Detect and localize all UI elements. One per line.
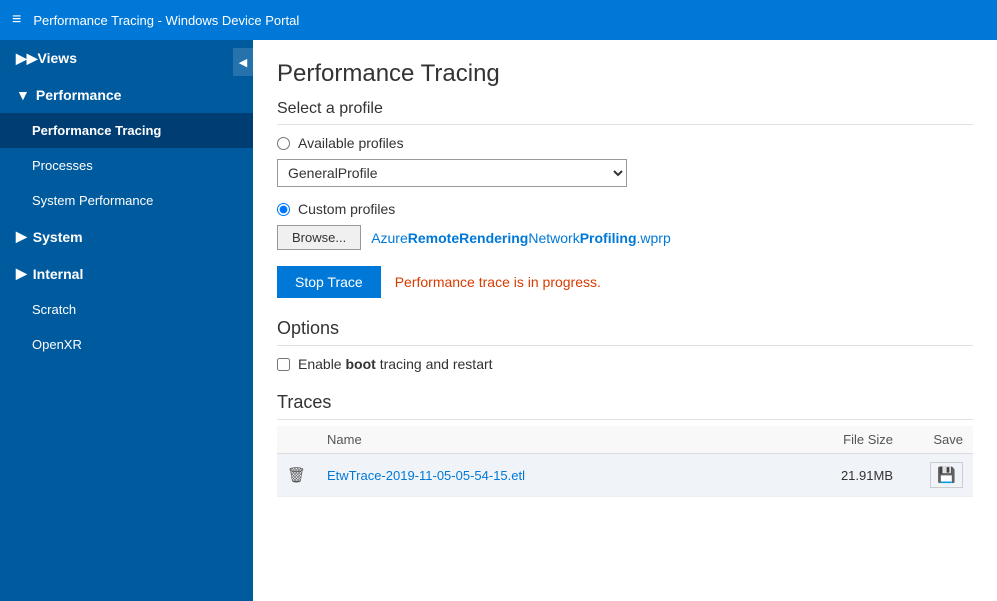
sidebar-item-internal[interactable]: ▶ Internal [0,255,253,292]
delete-icon[interactable]: 🗑 [287,467,306,484]
menu-icon[interactable]: ≡ [12,11,21,29]
main-layout: ◀ ▶ ▶Views ▼ Performance Performance Tra… [0,40,997,601]
stop-trace-row: Stop Trace Performance trace is in progr… [277,266,973,298]
sidebar: ◀ ▶ ▶Views ▼ Performance Performance Tra… [0,40,253,601]
sidebar-item-openxr[interactable]: OpenXR [0,327,253,362]
sidebar-item-processes[interactable]: Processes [0,148,253,183]
boot-tracing-row: Enable boot tracing and restart [277,356,973,372]
sidebar-item-system-performance[interactable]: System Performance [0,183,253,218]
col-header-name: Name [317,426,803,454]
custom-profiles-row: Custom profiles [277,201,973,217]
traces-table-header-row: Name File Size Save [277,426,973,454]
browse-button[interactable]: Browse... [277,225,361,250]
boot-tracing-label[interactable]: Enable boot tracing and restart [298,356,493,372]
trace-filename[interactable]: EtwTrace-2019-11-05-05-54-15.etl [327,468,525,483]
delete-cell: 🗑 [277,454,317,497]
sidebar-collapse-button[interactable]: ◀ [233,48,253,76]
options-title: Options [277,318,973,346]
titlebar-title: Performance Tracing - Windows Device Por… [33,13,299,28]
boot-highlight: boot [345,356,375,372]
content-area: Performance Tracing Select a profile Ava… [253,40,997,601]
filesize-cell: 21.91MB [803,454,903,497]
traces-table: Name File Size Save 🗑 EtwTrace-2019-11-0… [277,426,973,497]
stop-trace-button[interactable]: Stop Trace [277,266,381,298]
sidebar-item-performance[interactable]: ▼ Performance [0,77,253,113]
browse-row: Browse... AzureRemoteRenderingNetworkPro… [277,225,973,250]
profile-select-row: GeneralProfile DiagnosticProfile Network… [277,159,973,187]
profile-radio-group: Available profiles GeneralProfile Diagno… [277,135,973,250]
custom-profiles-radio[interactable] [277,203,290,216]
sidebar-item-scratch[interactable]: Scratch [0,292,253,327]
table-row: 🗑 EtwTrace-2019-11-05-05-54-15.etl 21.91… [277,454,973,497]
filename-highlight-remote: Remote [408,230,459,246]
sidebar-item-views[interactable]: ▶ ▶Views [0,40,253,77]
available-profiles-label[interactable]: Available profiles [298,135,404,151]
select-profile-label: Select a profile [277,100,973,125]
filename-highlight-profiling: Profiling [580,230,637,246]
sidebar-item-performance-tracing[interactable]: Performance Tracing [0,113,253,148]
boot-tracing-checkbox[interactable] [277,358,290,371]
system-arrow-icon: ▶ [16,228,27,245]
traces-title: Traces [277,392,973,420]
available-profiles-row: Available profiles [277,135,973,151]
options-section: Options Enable boot tracing and restart [277,318,973,372]
trace-status-text: Performance trace is in progress. [395,274,601,290]
views-arrow-icon: ▶ [16,50,27,67]
profile-dropdown[interactable]: GeneralProfile DiagnosticProfile Network… [277,159,627,187]
titlebar: ≡ Performance Tracing - Windows Device P… [0,0,997,40]
col-header-delete [277,426,317,454]
filename-text: AzureRemoteRenderingNetworkProfiling.wpr… [371,230,671,246]
save-button[interactable]: 💾 [930,462,963,488]
filename-cell: EtwTrace-2019-11-05-05-54-15.etl [317,454,803,497]
custom-profiles-label[interactable]: Custom profiles [298,201,395,217]
performance-arrow-icon: ▼ [16,87,30,103]
page-title: Performance Tracing [277,60,973,88]
col-header-save: Save [903,426,973,454]
save-cell: 💾 [903,454,973,497]
col-header-filesize: File Size [803,426,903,454]
traces-section: Traces Name File Size Save 🗑 [277,392,973,497]
browse-filename: AzureRemoteRenderingNetworkProfiling.wpr… [371,230,671,246]
filename-highlight-rendering: Rendering [459,230,528,246]
sidebar-item-system[interactable]: ▶ System [0,218,253,255]
available-profiles-radio[interactable] [277,137,290,150]
internal-arrow-icon: ▶ [16,265,27,282]
